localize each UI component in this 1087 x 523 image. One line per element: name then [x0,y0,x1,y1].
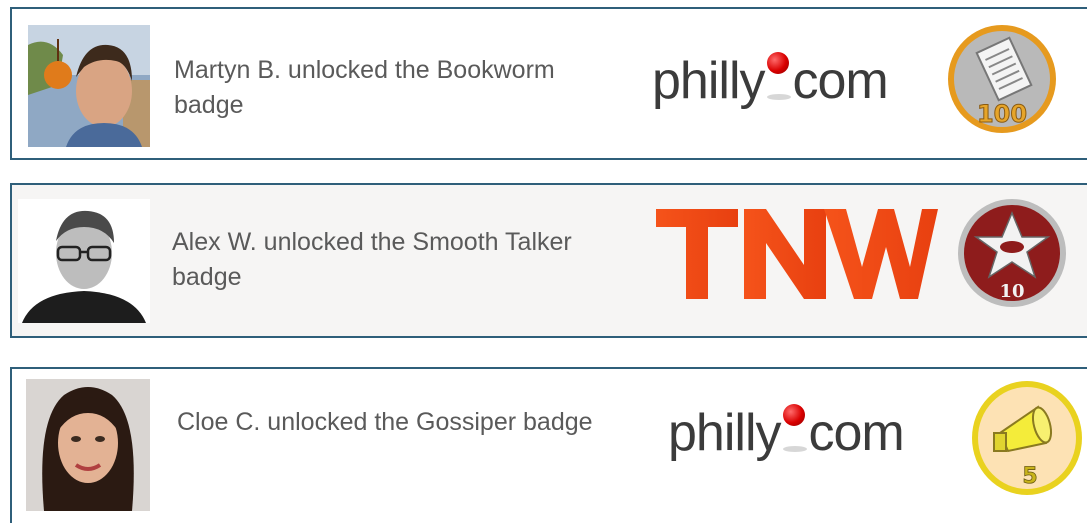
logo-text-com: com [792,52,889,110]
activity-card[interactable]: Martyn B. unlocked the Bookworm badge ph… [10,7,1087,160]
activity-card[interactable]: Cloe C. unlocked the Gossiper badge phil… [10,367,1087,523]
philly-logo[interactable]: philly com [652,51,889,111]
badge-count: 100 [977,100,1027,128]
badge-count: 10 [999,281,1024,302]
user-avatar[interactable] [28,25,150,147]
megaphone-icon: 5 [972,381,1082,495]
tnw-logo[interactable] [656,209,938,299]
logo-dot [781,404,809,452]
activity-message: Martyn B. unlocked the Bookworm badge [174,56,555,119]
star-icon: 10 [958,199,1066,307]
badge-count: 5 [1022,464,1037,489]
activity-card[interactable]: Alex W. unlocked the Smooth Talker badge… [10,183,1087,338]
newspaper-icon: 100 [948,25,1056,133]
avatar-photo [18,199,150,323]
logo-text-philly: philly [668,404,781,462]
philly-logo[interactable]: philly com [668,403,905,463]
avatar-photo [28,25,150,147]
logo-dot [765,52,793,100]
smooth-talker-badge[interactable]: 10 [956,197,1068,309]
gossiper-badge[interactable]: 5 [970,379,1084,497]
activity-message: Cloe C. unlocked the Gossiper badge [177,408,593,436]
logo-text-philly: philly [652,52,765,110]
avatar-photo [26,379,150,511]
user-avatar[interactable] [18,199,150,323]
logo-text-com: com [808,404,905,462]
activity-message: Alex W. unlocked the Smooth Talker badge [172,228,572,291]
user-avatar[interactable] [26,379,150,511]
bookworm-badge[interactable]: 100 [946,23,1058,135]
